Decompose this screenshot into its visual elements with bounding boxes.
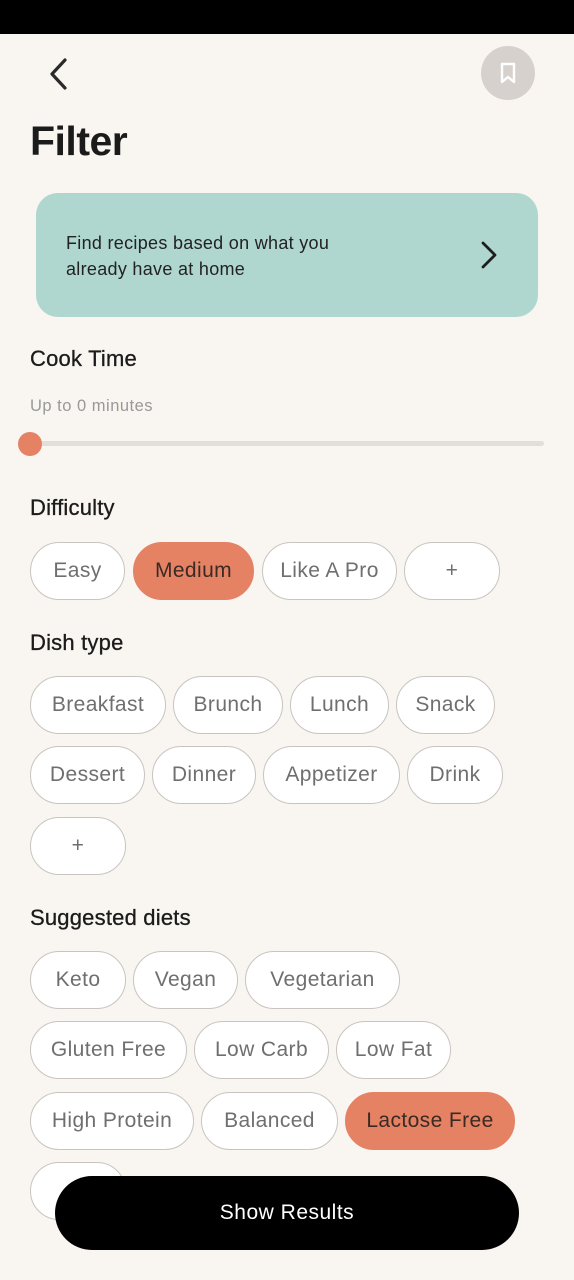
diet-chip-low-fat[interactable]: Low Fat <box>336 1021 451 1079</box>
page-title: Filter <box>30 118 128 164</box>
dish-chip-brunch[interactable]: Brunch <box>173 676 283 734</box>
chevron-left-icon <box>50 58 67 90</box>
difficulty-chip-medium[interactable]: Medium <box>133 542 254 600</box>
dish-chip-lunch[interactable]: Lunch <box>290 676 389 734</box>
diet-chip-vegetarian[interactable]: Vegetarian <box>245 951 400 1009</box>
dish-type-title: Dish type <box>30 630 124 655</box>
dish-chip-dessert[interactable]: Dessert <box>30 746 145 804</box>
suggested-diets-title: Suggested diets <box>30 905 191 930</box>
chevron-right-icon <box>481 241 497 269</box>
dish-chip-dinner[interactable]: Dinner <box>152 746 256 804</box>
dish-chip-snack[interactable]: Snack <box>396 676 495 734</box>
show-results-button[interactable]: Show Results <box>55 1176 519 1250</box>
difficulty-chip-easy[interactable]: Easy <box>30 542 125 600</box>
difficulty-chip-like-a-pro[interactable]: Like A Pro <box>262 542 397 600</box>
back-button[interactable] <box>36 52 80 96</box>
diet-chip-gluten-free[interactable]: Gluten Free <box>30 1021 187 1079</box>
pantry-banner-text: Find recipes based on what you already h… <box>66 233 330 279</box>
pantry-search-banner[interactable]: Find recipes based on what you already h… <box>36 193 538 317</box>
diet-chip-lactose-free[interactable]: Lactose Free <box>345 1092 515 1150</box>
cook-time-slider-track[interactable] <box>30 441 544 446</box>
cook-time-caption: Up to 0 minutes <box>30 397 154 415</box>
status-bar <box>0 0 574 34</box>
difficulty-chip-add[interactable]: + <box>404 542 500 600</box>
dish-chip-add[interactable]: + <box>30 817 126 875</box>
diet-chip-vegan[interactable]: Vegan <box>133 951 238 1009</box>
bookmark-icon <box>500 62 516 84</box>
diet-chip-high-protein[interactable]: High Protein <box>30 1092 194 1150</box>
bookmark-button[interactable] <box>481 46 535 100</box>
diet-chip-low-carb[interactable]: Low Carb <box>194 1021 329 1079</box>
dish-chip-breakfast[interactable]: Breakfast <box>30 676 166 734</box>
cook-time-title: Cook Time <box>30 346 137 371</box>
dish-chip-appetizer[interactable]: Appetizer <box>263 746 400 804</box>
difficulty-title: Difficulty <box>30 495 115 520</box>
diet-chip-balanced[interactable]: Balanced <box>201 1092 338 1150</box>
dish-chip-drink[interactable]: Drink <box>407 746 503 804</box>
diet-chip-keto[interactable]: Keto <box>30 951 126 1009</box>
cook-time-slider-thumb[interactable] <box>18 432 42 456</box>
